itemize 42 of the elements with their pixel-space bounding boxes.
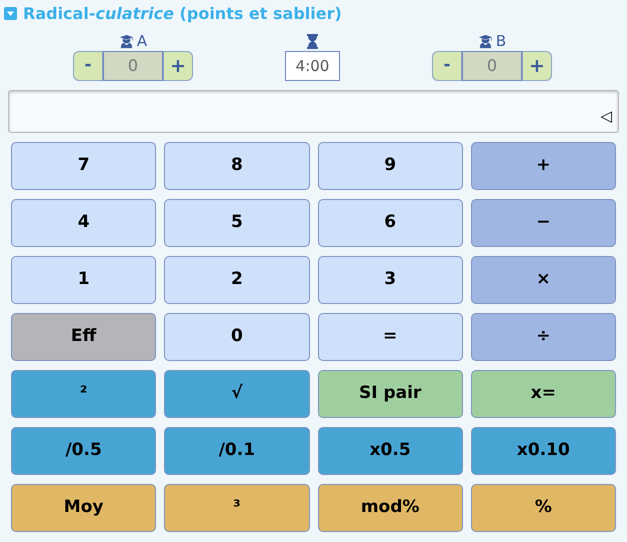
backspace-key[interactable]: ◁: [600, 109, 612, 124]
calculator-key[interactable]: 4: [11, 199, 156, 247]
calculator-key[interactable]: 9: [318, 142, 463, 190]
calculator-key[interactable]: %: [470, 484, 616, 532]
calculator-key[interactable]: SI pair: [318, 370, 463, 418]
calculator-key[interactable]: 8: [164, 142, 310, 190]
calculator-key[interactable]: /0.1: [164, 427, 310, 475]
calculator-key[interactable]: 3: [318, 256, 463, 304]
calculator-key[interactable]: 2: [164, 256, 310, 304]
minus-button[interactable]: -: [432, 51, 462, 81]
team-label: A: [136, 34, 148, 48]
team-label: B: [496, 34, 506, 48]
calculator-key[interactable]: √: [164, 370, 310, 418]
calculator-key[interactable]: x0.10: [470, 427, 616, 475]
calculator-key[interactable]: Eff: [11, 313, 156, 361]
calculator-key[interactable]: 5: [164, 199, 310, 247]
student-icon: [478, 34, 493, 48]
calculator-key[interactable]: ÷: [470, 313, 616, 361]
calculator-key[interactable]: =: [318, 313, 463, 361]
collapse-toggle-icon[interactable]: [4, 7, 17, 20]
calculator-key[interactable]: ²: [11, 370, 156, 418]
calculator-key[interactable]: x=: [470, 370, 616, 418]
calculator-key[interactable]: x0.5: [318, 427, 463, 475]
calculator-key[interactable]: mod%: [318, 484, 463, 532]
calculator-key[interactable]: Moy: [11, 484, 156, 532]
calculator-key[interactable]: ³: [164, 484, 310, 532]
calculator-key[interactable]: 6: [318, 199, 463, 247]
minus-button[interactable]: -: [73, 51, 103, 81]
panel-title: Radical-culatrice (points et sablier): [23, 2, 342, 24]
calculator-key[interactable]: −: [470, 199, 616, 247]
calculator-key[interactable]: 0: [164, 313, 310, 361]
hourglass-icon: [306, 34, 319, 48]
display-field[interactable]: ◁: [8, 90, 619, 133]
plus-button[interactable]: +: [163, 51, 193, 81]
calculator-key[interactable]: ×: [470, 256, 616, 304]
calculator-key[interactable]: /0.5: [11, 427, 156, 475]
calculator-key[interactable]: 1: [11, 256, 156, 304]
timer-field[interactable]: 4:00: [285, 51, 340, 81]
student-icon: [118, 34, 134, 48]
calculator-key[interactable]: 7: [11, 142, 156, 190]
calculator-key[interactable]: +: [470, 142, 616, 190]
plus-button[interactable]: +: [522, 51, 552, 81]
